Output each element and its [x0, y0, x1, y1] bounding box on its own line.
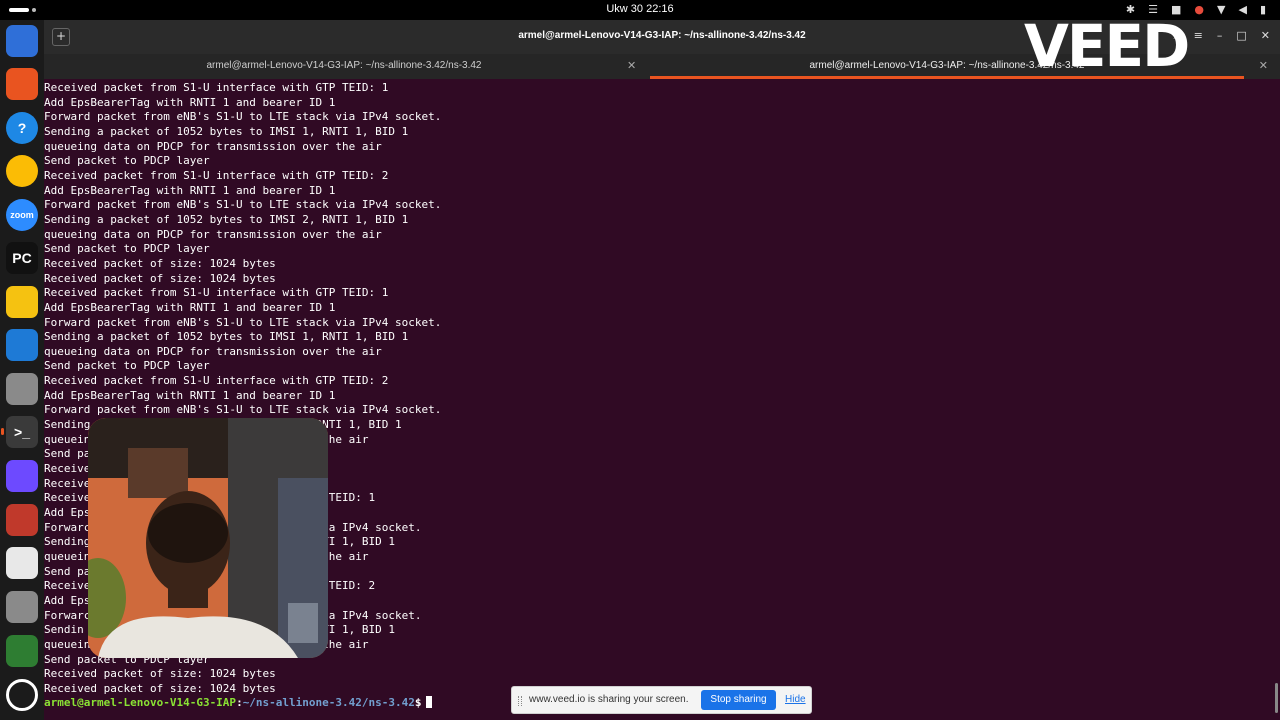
new-tab-button[interactable]: + [52, 28, 70, 46]
close-icon[interactable]: ✕ [1261, 29, 1270, 43]
text-cursor [425, 696, 432, 708]
dock-item-chrome[interactable] [6, 155, 38, 187]
terminal-line: Received packet from S1-U interface with… [44, 168, 389, 182]
terminal-line: queueing data on PDCP for transmission o… [44, 344, 382, 358]
terminal-line: queueing data on PDCP for transmission o… [44, 227, 382, 241]
microphone-icon[interactable]: ● [1194, 3, 1204, 16]
pycharm-icon: PC [12, 250, 32, 266]
volume-icon[interactable]: ◀ [1238, 3, 1246, 16]
dock-item-settings-2[interactable] [6, 591, 38, 623]
webcam-overlay [88, 418, 328, 658]
dock-item-document-viewer[interactable] [6, 547, 38, 579]
screen-share-bar: www.veed.io is sharing your screen. Stop… [511, 686, 812, 714]
prompt-symbol: $ [414, 696, 422, 709]
terminal-line: Forward packet from eNB's S1-U to LTE st… [44, 315, 442, 329]
terminal-line: Sending a packet of 1052 bytes to IMSI 1… [44, 330, 409, 344]
terminal-line: Add EpsBearerTag with RNTI 1 and bearer … [44, 95, 336, 109]
terminal-line: Received packet from S1-U interface with… [44, 81, 389, 94]
dock-item-trash[interactable] [6, 635, 38, 667]
close-tab-icon[interactable]: ✕ [627, 54, 636, 78]
terminal-line: Forward packet from eNB's S1-U to LTE st… [44, 110, 442, 124]
terminal-line: queueing data on PDCP for transmission o… [44, 139, 382, 153]
tab-overflow-icon[interactable]: ✕ [1259, 54, 1268, 78]
terminal-line: Send packet to PDCP layer [44, 359, 210, 373]
dock-item-help[interactable]: ? [6, 112, 38, 144]
terminal-scrollbar[interactable] [1275, 683, 1278, 713]
terminal-line: Received packet from S1-U interface with… [44, 286, 389, 300]
terminal-line: Received packet of size: 1024 bytes [44, 681, 276, 695]
dock-item-zoom[interactable]: zoom [6, 199, 38, 231]
terminal-line: Sending a packet of 1052 bytes to IMSI 2… [44, 212, 409, 226]
dock: ? zoom PC >_ [0, 20, 44, 720]
dock-item-app-center[interactable] [6, 68, 38, 100]
terminal-line: Received packet of size: 1024 bytes [44, 667, 276, 681]
terminal-line: Received packet from S1-U interface with… [44, 374, 389, 388]
prompt-path: ~/ns-allinone-3.42/ns-3.42 [242, 696, 415, 709]
menu-icon[interactable]: ≡ [1194, 29, 1203, 43]
dock-item-proton-vpn[interactable] [6, 460, 38, 492]
dock-item-show-apps[interactable] [6, 679, 38, 711]
prompt-separator: : [236, 696, 243, 709]
dock-item-files[interactable] [6, 504, 38, 536]
zoom-icon: zoom [10, 210, 34, 220]
terminal-line: Add EpsBearerTag with RNTI 1 and bearer … [44, 300, 336, 314]
terminal-line: Received packet of size: 1024 bytes [44, 256, 276, 270]
dock-item-settings[interactable] [6, 373, 38, 405]
terminal-line: Forward packet from eNB's S1-U to LTE st… [44, 198, 442, 212]
terminal-line: Send packet to PDCP layer [44, 154, 210, 168]
wifi-icon[interactable]: ▼ [1217, 3, 1225, 16]
stop-sharing-button[interactable]: Stop sharing [701, 690, 776, 710]
minimize-icon[interactable]: – [1217, 29, 1223, 43]
prompt-user: armel@armel-Lenovo-V14-G3-IAP [44, 696, 237, 709]
terminal-line: Add EpsBearerTag with RNTI 1 and bearer … [44, 388, 336, 402]
dock-item-pycharm[interactable]: PC [6, 242, 38, 274]
terminal-line: Send packet to PDCP layer [44, 242, 210, 256]
running-indicator [1, 428, 4, 431]
shell-prompt[interactable]: armel@armel-Lenovo-V14-G3-IAP:~/ns-allin… [44, 696, 432, 711]
dock-item-notes[interactable] [6, 286, 38, 318]
hide-link[interactable]: Hide [785, 694, 806, 705]
battery-icon[interactable]: ▮ [1260, 3, 1266, 16]
dock-item-terminal[interactable]: >_ [1, 416, 38, 448]
tab-terminal-1[interactable]: armel@armel-Lenovo-V14-G3-IAP: ~/ns-alli… [44, 54, 644, 79]
terminal-icon: >_ [14, 424, 30, 440]
window-title: armel@armel-Lenovo-V14-G3-IAP: ~/ns-alli… [518, 30, 806, 41]
terminal-line: Forward packet from eNB's S1-U to LTE st… [44, 403, 442, 417]
terminal-line: Received packet of size: 1024 bytes [44, 271, 276, 285]
maximize-icon[interactable]: □ [1236, 29, 1246, 43]
share-message: www.veed.io is sharing your screen. [529, 694, 689, 705]
dock-item-text-editor[interactable] [6, 25, 38, 57]
dock-item-vscode[interactable] [6, 329, 38, 361]
webcam-feed [88, 418, 328, 658]
veed-watermark-logo: VEED [1024, 12, 1190, 80]
drag-handle-icon[interactable] [518, 696, 522, 706]
terminal-line: Sending a packet of 1052 bytes to IMSI 1… [44, 124, 409, 138]
help-icon: ? [17, 120, 27, 136]
terminal-line: Add EpsBearerTag with RNTI 1 and bearer … [44, 183, 336, 197]
